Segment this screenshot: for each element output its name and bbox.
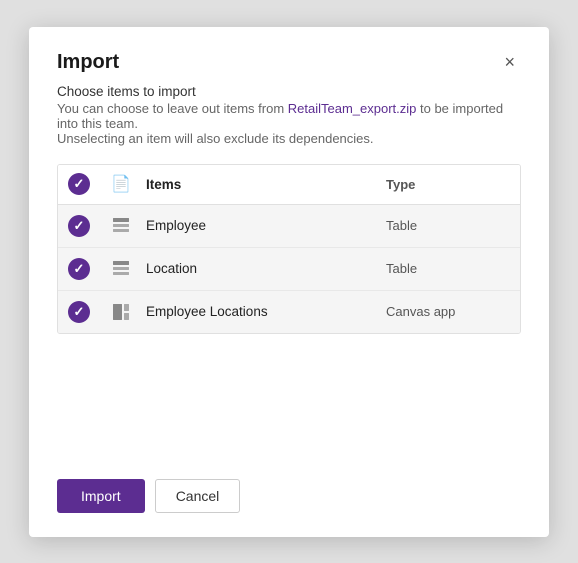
import-button[interactable]: Import bbox=[57, 479, 145, 513]
row-location-name: Location bbox=[142, 261, 380, 276]
table-row: Employee Locations Canvas app bbox=[58, 291, 520, 333]
row-location-type: Table bbox=[380, 261, 520, 276]
row-location-check-cell[interactable] bbox=[58, 258, 100, 280]
header-check-icon bbox=[68, 173, 90, 195]
row-employee-locations-type: Canvas app bbox=[380, 304, 520, 319]
row-employee-check-cell[interactable] bbox=[58, 215, 100, 237]
row-employee-locations-icon-cell bbox=[100, 303, 142, 321]
check-icon bbox=[68, 258, 90, 280]
header-type: Type bbox=[380, 173, 520, 196]
table-icon bbox=[112, 217, 130, 235]
row-employee-locations-check-cell[interactable] bbox=[58, 301, 100, 323]
import-dialog: Import × Choose items to import You can … bbox=[29, 27, 549, 537]
dialog-title: Import bbox=[57, 51, 119, 74]
cancel-button[interactable]: Cancel bbox=[155, 479, 241, 513]
dialog-footer: Import Cancel bbox=[57, 469, 521, 513]
export-file-link[interactable]: RetailTeam_export.zip bbox=[288, 101, 417, 116]
row-employee-locations-name: Employee Locations bbox=[142, 304, 380, 319]
header-items: Items bbox=[142, 173, 380, 196]
header-check-cell bbox=[58, 173, 100, 195]
table-row: Location Table bbox=[58, 248, 520, 291]
canvas-icon bbox=[112, 303, 130, 321]
items-table: 📄 Items Type Employee Table bbox=[57, 164, 521, 334]
check-icon bbox=[68, 215, 90, 237]
row-location-icon-cell bbox=[100, 260, 142, 278]
dialog-subtitle: Choose items to import bbox=[57, 84, 521, 99]
header-doc-icon: 📄 bbox=[111, 174, 131, 194]
table-icon bbox=[112, 260, 130, 278]
table-row: Employee Table bbox=[58, 205, 520, 248]
description-note: Unselecting an item will also exclude it… bbox=[57, 131, 374, 146]
table-header-row: 📄 Items Type bbox=[58, 165, 520, 205]
description-text-1: You can choose to leave out items from bbox=[57, 101, 288, 116]
row-employee-type: Table bbox=[380, 218, 520, 233]
close-button[interactable]: × bbox=[498, 51, 521, 73]
dialog-description: You can choose to leave out items from R… bbox=[57, 101, 521, 146]
header-icon-cell: 📄 bbox=[100, 174, 142, 194]
check-icon bbox=[68, 301, 90, 323]
row-employee-icon-cell bbox=[100, 217, 142, 235]
row-employee-name: Employee bbox=[142, 218, 380, 233]
dialog-header: Import × bbox=[57, 51, 521, 74]
